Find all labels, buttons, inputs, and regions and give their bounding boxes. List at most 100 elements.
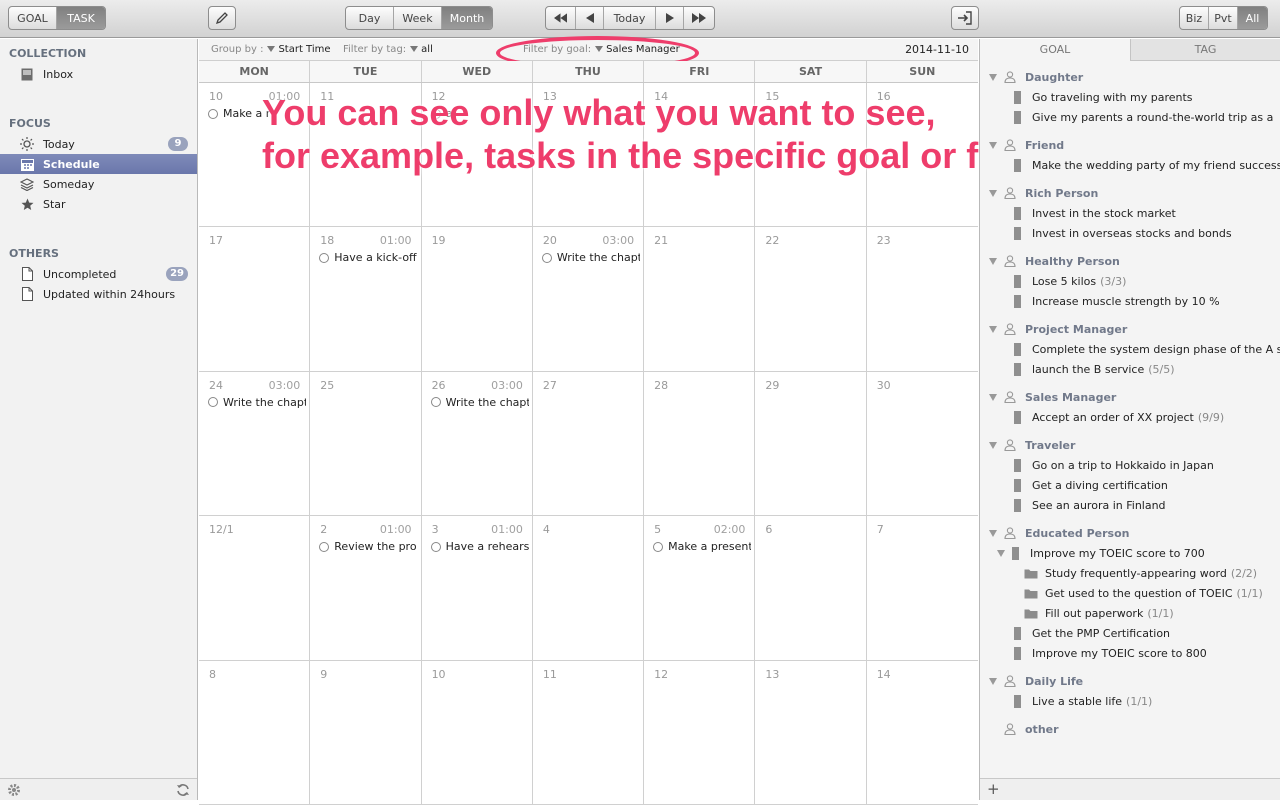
goal-role-item[interactable]: Project Manager [980, 319, 1280, 339]
today-button[interactable]: Today [604, 7, 656, 29]
day-cell[interactable]: 11 [533, 660, 645, 804]
task-checkbox[interactable] [653, 541, 664, 552]
goal-folder-item[interactable]: Get used to the question of TOEIC (1/1) [980, 583, 1280, 603]
goal-item[interactable]: Invest in the stock market [980, 203, 1280, 223]
day-cell[interactable]: 26 03:00 Write the chapt [422, 371, 533, 516]
goal-item[interactable]: Lose 5 kilos (3/3) [980, 271, 1280, 291]
calendar-task[interactable]: Write the chapt [541, 251, 640, 264]
day-cell[interactable]: 12 [644, 660, 756, 804]
calendar-task[interactable]: Write the chapt [208, 396, 306, 409]
goal-item[interactable]: Go on a trip to Hokkaido in Japan [980, 455, 1280, 475]
goal-item[interactable]: Complete the system design phase of the … [980, 339, 1280, 359]
day-view-button[interactable]: Day [346, 7, 394, 29]
tab-tag[interactable]: TAG [1130, 39, 1280, 61]
goal-folder-item[interactable]: Fill out paperwork (1/1) [980, 603, 1280, 623]
disclosure-triangle-icon[interactable] [989, 677, 997, 685]
day-cell[interactable]: 22 [755, 227, 867, 371]
day-cell[interactable]: 19 [422, 227, 533, 371]
goal-item[interactable]: Increase muscle strength by 10 % [980, 291, 1280, 311]
calendar-task[interactable]: Write the chapt [430, 396, 529, 409]
week-view-button[interactable]: Week [394, 7, 442, 29]
sidebar-item-updated[interactable]: Updated within 24hours [0, 284, 197, 304]
disclosure-triangle-icon[interactable] [989, 529, 997, 537]
day-cell[interactable]: 3 01:00 Have a rehears [422, 516, 533, 660]
day-cell[interactable]: 28 [644, 371, 756, 516]
day-cell[interactable]: 20 03:00 Write the chapt [533, 227, 645, 371]
task-checkbox[interactable] [208, 108, 218, 119]
goal-role-item[interactable]: Daughter [980, 67, 1280, 87]
day-cell[interactable]: 30 [867, 372, 978, 515]
day-cell[interactable]: 24 03:00 Write the chapt [199, 371, 311, 516]
goal-item[interactable]: Give my parents a round-the-world trip a… [980, 107, 1280, 127]
goal-role-item[interactable]: Educated Person [980, 523, 1280, 543]
sidebar-item-schedule[interactable]: Schedule [0, 154, 197, 174]
disclosure-triangle-icon[interactable] [989, 189, 997, 197]
tag-filter-control[interactable]: Filter by tag: all [343, 44, 433, 55]
prev-far-button[interactable] [546, 7, 576, 29]
sidebar-item-today[interactable]: Today 9 [0, 134, 197, 154]
sidebar-item-someday[interactable]: Someday [0, 174, 197, 194]
goal-item[interactable]: Improve my TOEIC score to 800 [980, 643, 1280, 663]
goal-item[interactable]: Live a stable life (1/1) [980, 691, 1280, 711]
task-checkbox[interactable] [541, 252, 552, 263]
goal-item[interactable]: launch the B service (5/5) [980, 359, 1280, 379]
goal-role-item[interactable]: Traveler [980, 435, 1280, 455]
day-cell[interactable]: 5 02:00 Make a present [644, 516, 756, 660]
disclosure-triangle-icon[interactable] [989, 257, 997, 265]
goal-role-item[interactable]: Daily Life [980, 671, 1280, 691]
calendar-task[interactable]: Make a present [653, 540, 751, 553]
goal-role-item[interactable]: Rich Person [980, 183, 1280, 203]
task-checkbox[interactable] [319, 252, 330, 263]
tab-goal[interactable]: GOAL [980, 39, 1130, 61]
sync-icon[interactable] [176, 783, 190, 800]
day-cell[interactable]: 18 01:00 Have a kick-off [310, 227, 422, 371]
day-cell[interactable]: 27 [533, 371, 645, 516]
calendar-task[interactable]: Have a rehears [430, 540, 529, 553]
day-cell[interactable]: 6 [755, 516, 867, 660]
day-cell[interactable]: 8 [199, 660, 311, 804]
task-checkbox[interactable] [430, 541, 441, 552]
disclosure-triangle-icon[interactable] [989, 141, 997, 149]
goal-role-item[interactable]: Friend [980, 135, 1280, 155]
goal-item[interactable]: Accept an order of XX project (9/9) [980, 407, 1280, 427]
group-by-control[interactable]: Group by : Start Time [211, 44, 331, 55]
month-view-button[interactable]: Month [442, 7, 492, 29]
export-button[interactable] [951, 6, 979, 30]
goal-item[interactable]: Invest in overseas stocks and bonds [980, 223, 1280, 243]
calendar-task[interactable]: Have a kick-off [319, 251, 417, 264]
sidebar-item-star[interactable]: Star [0, 194, 197, 214]
settings-gear-icon[interactable] [7, 783, 21, 800]
day-cell[interactable]: 13 [755, 660, 867, 804]
sidebar-item-inbox[interactable]: Inbox [0, 64, 197, 84]
new-task-button[interactable] [208, 6, 236, 30]
goal-item[interactable]: Make the wedding party of my friend succ… [980, 155, 1280, 175]
day-cell[interactable]: 23 [867, 227, 978, 370]
disclosure-triangle-icon[interactable] [989, 393, 997, 401]
day-cell[interactable]: 29 [755, 371, 867, 516]
goal-role-item[interactable]: Healthy Person [980, 251, 1280, 271]
day-cell[interactable]: 9 [310, 660, 422, 804]
biz-scope-button[interactable]: Biz [1180, 7, 1209, 29]
all-scope-button[interactable]: All [1238, 7, 1267, 29]
pvt-scope-button[interactable]: Pvt [1209, 7, 1238, 29]
goal-role-item[interactable]: other [980, 719, 1280, 739]
goal-mode-button[interactable]: GOAL [9, 7, 57, 29]
goal-item[interactable]: See an aurora in Finland [980, 495, 1280, 515]
calendar-task[interactable]: Review the prop [319, 540, 417, 553]
disclosure-triangle-icon[interactable] [989, 325, 997, 333]
task-checkbox[interactable] [319, 541, 330, 552]
task-mode-button[interactable]: TASK [57, 7, 105, 29]
goal-folder-item[interactable]: Study frequently-appearing word (2/2) [980, 563, 1280, 583]
day-cell[interactable]: 12/1 [199, 516, 311, 660]
day-cell[interactable]: 7 [867, 516, 978, 659]
disclosure-triangle-icon[interactable] [997, 549, 1005, 557]
goal-role-item[interactable]: Sales Manager [980, 387, 1280, 407]
day-cell[interactable]: 21 [644, 227, 756, 371]
task-checkbox[interactable] [208, 397, 218, 408]
goal-item[interactable]: Get the PMP Certification [980, 623, 1280, 643]
day-cell[interactable]: 17 [199, 227, 311, 371]
goal-item[interactable]: Improve my TOEIC score to 700 [980, 543, 1280, 563]
next-button[interactable] [656, 7, 684, 29]
prev-button[interactable] [576, 7, 604, 29]
add-goal-button[interactable]: + [987, 780, 1000, 798]
